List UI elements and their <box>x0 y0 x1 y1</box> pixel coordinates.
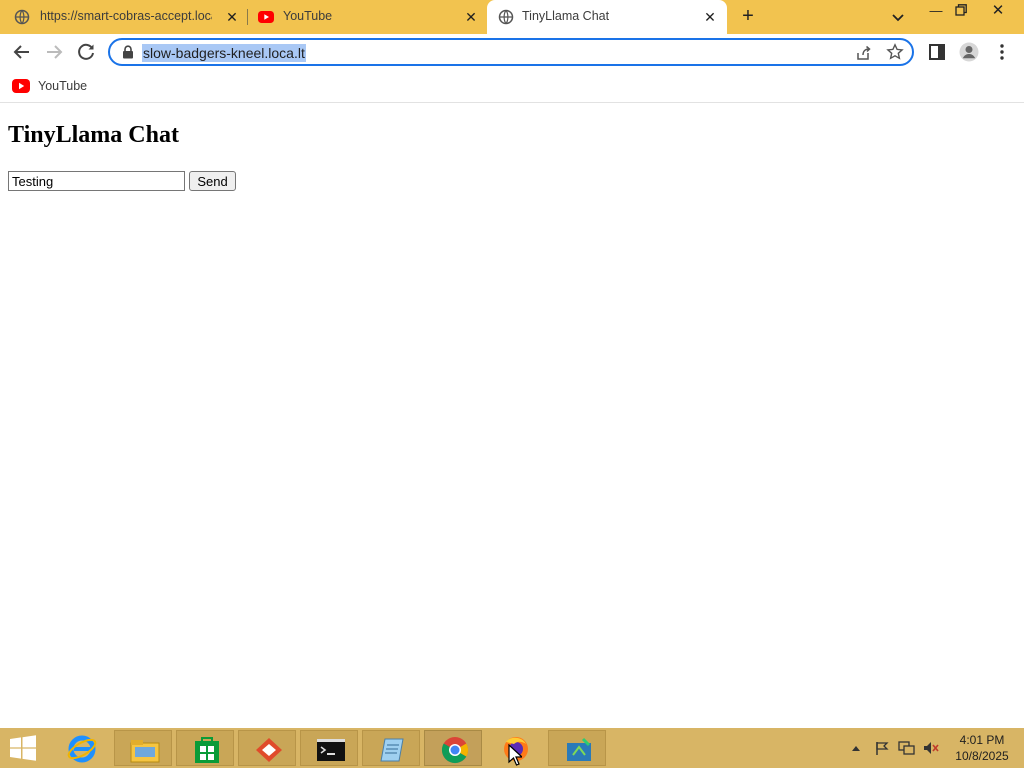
share-icon[interactable] <box>854 44 872 62</box>
tab-title: YouTube <box>283 9 333 23</box>
command-prompt-taskbar-button[interactable] <box>300 730 358 766</box>
store-icon <box>195 737 219 763</box>
chat-message-input[interactable] <box>8 171 185 191</box>
youtube-icon <box>12 79 30 93</box>
tab-smart-cobras[interactable]: https://smart-cobras-accept.loca.lt ✕ <box>0 0 247 34</box>
restore-icon[interactable] <box>954 3 968 17</box>
app-icon <box>256 738 282 762</box>
reload-icon[interactable] <box>74 40 98 64</box>
send-button[interactable]: Send <box>189 171 236 191</box>
bookmark-label: YouTube <box>38 79 88 93</box>
close-tab-icon[interactable]: ✕ <box>702 9 718 25</box>
notepad-taskbar-button[interactable] <box>362 730 420 766</box>
forward-arrow-icon[interactable] <box>42 40 66 64</box>
show-hidden-icons-icon[interactable] <box>851 744 861 752</box>
address-bar[interactable]: slow-badgers-kneel.loca.lt <box>108 38 914 66</box>
tab-title: https://smart-cobras-accept.loca.lt <box>40 9 212 23</box>
page-content: TinyLlama Chat Send <box>0 103 1024 728</box>
profile-avatar-icon[interactable] <box>959 42 979 62</box>
globe-icon <box>498 9 514 25</box>
tab-title: TinyLlama Chat <box>522 9 610 23</box>
menu-kebab-icon[interactable] <box>992 42 1012 62</box>
window-close-icon[interactable]: ✕ <box>986 2 1010 20</box>
bookmark-star-icon[interactable] <box>886 43 904 61</box>
clock-time: 4:01 PM <box>959 733 1005 747</box>
back-arrow-icon[interactable] <box>10 40 34 64</box>
media-taskbar-button[interactable] <box>548 730 606 766</box>
network-icon[interactable] <box>898 740 916 756</box>
close-tab-icon[interactable]: ✕ <box>463 9 479 25</box>
bookmarks-bar: YouTube <box>0 70 1024 103</box>
browser-toolbar: slow-badgers-kneel.loca.lt <box>0 34 1024 70</box>
url-text[interactable]: slow-badgers-kneel.loca.lt <box>142 44 306 62</box>
media-icon <box>567 737 591 761</box>
internet-explorer-icon <box>67 735 97 763</box>
clock-date: 10/8/2025 <box>955 749 1009 763</box>
system-clock[interactable]: 4:01 PM 10/8/2025 <box>946 732 1018 764</box>
tab-tinyllama-chat[interactable]: TinyLlama Chat ✕ <box>487 0 727 34</box>
notepad-icon <box>380 738 404 762</box>
tab-search-chevron-icon[interactable] <box>891 10 905 24</box>
action-center-flag-icon[interactable] <box>874 740 890 756</box>
lock-icon[interactable] <box>122 45 134 59</box>
command-prompt-icon <box>317 739 345 761</box>
file-explorer-icon <box>130 740 160 763</box>
new-tab-plus-icon[interactable]: + <box>737 5 759 27</box>
store-taskbar-button[interactable] <box>176 730 234 766</box>
minimize-icon[interactable]: — <box>924 2 948 20</box>
app-taskbar-button[interactable] <box>238 730 296 766</box>
mouse-cursor-icon <box>508 744 522 766</box>
youtube-icon <box>258 11 274 23</box>
volume-muted-icon[interactable] <box>922 740 940 756</box>
chrome-taskbar-button[interactable] <box>424 730 482 766</box>
side-panel-icon[interactable] <box>927 42 947 62</box>
start-icon[interactable] <box>8 734 38 762</box>
internet-explorer-taskbar-button[interactable] <box>52 730 110 766</box>
close-tab-icon[interactable]: ✕ <box>224 9 240 25</box>
page-title: TinyLlama Chat <box>8 122 179 148</box>
globe-icon <box>14 9 30 25</box>
tab-youtube[interactable]: YouTube ✕ <box>248 0 486 34</box>
bookmark-youtube[interactable]: YouTube <box>12 77 87 95</box>
file-explorer-taskbar-button[interactable] <box>114 730 172 766</box>
tab-strip: https://smart-cobras-accept.loca.lt ✕ Yo… <box>0 0 1024 34</box>
chrome-icon <box>441 737 469 764</box>
